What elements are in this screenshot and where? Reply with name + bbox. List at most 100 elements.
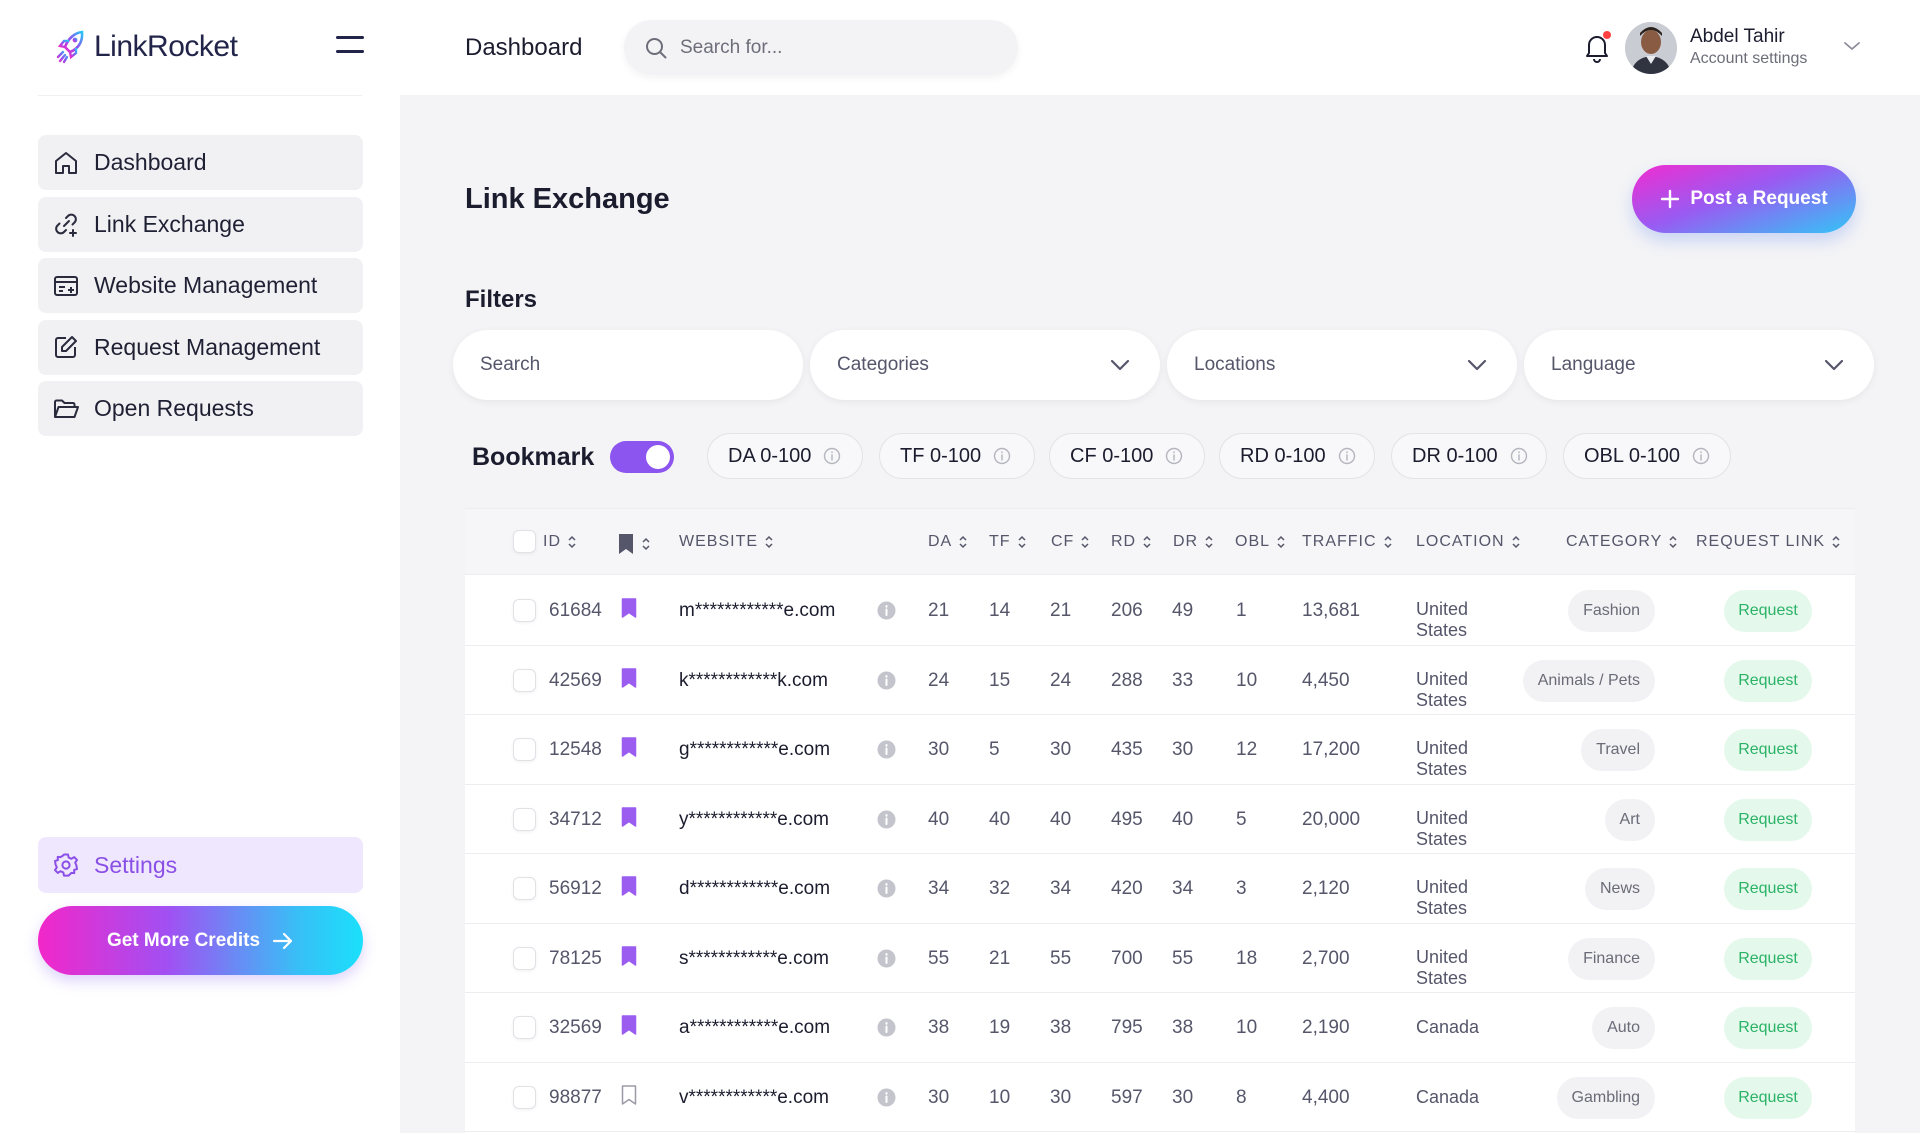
row-id: 56912 bbox=[549, 878, 602, 899]
request-link-button[interactable]: Request bbox=[1724, 937, 1812, 980]
info-icon bbox=[1166, 447, 1183, 465]
metric-filter-chip[interactable]: TF 0-100 bbox=[879, 433, 1035, 479]
bookmark-icon[interactable] bbox=[621, 598, 637, 618]
row-website[interactable]: k************k.com bbox=[679, 670, 828, 692]
filter-language-select[interactable]: Language bbox=[1524, 330, 1874, 400]
chevron-down-icon[interactable] bbox=[1843, 40, 1861, 52]
table-row[interactable]: 61684 m************e.com 21 14 21 206 49 1 13,68… bbox=[465, 576, 1855, 646]
metric-filter-chip[interactable]: CF 0-100 bbox=[1049, 433, 1205, 479]
column-header-bookmark[interactable] bbox=[617, 533, 651, 555]
sort-icon bbox=[642, 537, 650, 551]
bookmark-icon[interactable] bbox=[621, 737, 637, 757]
request-link-button[interactable]: Request bbox=[1724, 798, 1812, 841]
row-checkbox[interactable] bbox=[513, 877, 536, 900]
sidebar-item-link-exchange[interactable]: Link Exchange bbox=[38, 196, 363, 252]
request-link-button[interactable]: Request bbox=[1724, 1007, 1812, 1049]
row-website[interactable]: d************e.com bbox=[679, 878, 830, 900]
avatar[interactable] bbox=[1625, 22, 1677, 74]
sidebar-item-open-requests[interactable]: Open Requests bbox=[38, 381, 363, 436]
row-checkbox[interactable] bbox=[513, 668, 536, 692]
row-checkbox[interactable] bbox=[513, 1085, 536, 1109]
info-icon[interactable] bbox=[877, 671, 896, 690]
column-header-traffic[interactable]: TRAFFIC bbox=[1302, 533, 1393, 551]
row-website[interactable]: a************e.com bbox=[679, 1017, 830, 1039]
table-row[interactable]: 32569 a************e.com 38 19 38 795 38 10 2,19… bbox=[465, 993, 1855, 1063]
row-tf: 32 bbox=[989, 878, 1011, 899]
request-link-button[interactable]: Request bbox=[1724, 1076, 1812, 1119]
column-header-request-link[interactable]: REQUEST LINK bbox=[1696, 533, 1841, 551]
account-settings-link[interactable]: Account settings bbox=[1690, 50, 1807, 68]
filter-search-input[interactable] bbox=[480, 354, 770, 376]
search-input[interactable] bbox=[680, 36, 980, 59]
row-checkbox[interactable] bbox=[513, 807, 536, 831]
bookmark-icon[interactable] bbox=[621, 667, 637, 688]
table-row[interactable]: 98877 v************e.com 30 10 30 597 30 8 4,400… bbox=[465, 1063, 1855, 1132]
gear-icon bbox=[54, 853, 78, 877]
rocket-icon bbox=[56, 30, 84, 64]
row-website[interactable]: g************e.com bbox=[679, 739, 830, 761]
bookmark-icon[interactable] bbox=[621, 1015, 637, 1035]
info-icon[interactable] bbox=[877, 1018, 896, 1037]
row-website[interactable]: m************e.com bbox=[679, 600, 835, 622]
filter-categories-select[interactable]: Categories bbox=[810, 330, 1160, 400]
row-website[interactable]: s************e.com bbox=[679, 948, 829, 970]
sidebar-item-request-management[interactable]: Request Management bbox=[38, 319, 363, 375]
column-header-id[interactable]: ID bbox=[543, 533, 577, 551]
metric-filter-chip[interactable]: RD 0-100 bbox=[1219, 433, 1375, 479]
column-header-website[interactable]: WEBSITE bbox=[679, 533, 774, 551]
plus-icon bbox=[1661, 189, 1680, 209]
table-row[interactable]: 56912 d************e.com 34 32 34 420 34 3 2,120… bbox=[465, 854, 1855, 924]
row-website[interactable]: v************e.com bbox=[679, 1087, 829, 1109]
post-request-button[interactable]: Post a Request bbox=[1632, 165, 1856, 233]
column-header-location[interactable]: LOCATION bbox=[1416, 533, 1521, 551]
request-link-button[interactable]: Request bbox=[1724, 659, 1812, 702]
menu-toggle-icon[interactable] bbox=[336, 36, 364, 60]
info-icon[interactable] bbox=[877, 740, 896, 759]
metric-filter-chip[interactable]: DR 0-100 bbox=[1391, 433, 1547, 479]
metric-filter-chip[interactable]: OBL 0-100 bbox=[1563, 433, 1731, 479]
sidebar-item-website-management[interactable]: Website Management bbox=[38, 258, 363, 313]
divider bbox=[38, 95, 362, 96]
sidebar-item-settings[interactable]: Settings bbox=[38, 837, 363, 893]
select-all-checkbox[interactable] bbox=[513, 530, 536, 553]
row-checkbox[interactable] bbox=[513, 738, 536, 761]
table-row[interactable]: 78125 s************e.com 55 21 55 700 55 18 2,70… bbox=[465, 924, 1855, 993]
info-icon[interactable] bbox=[877, 879, 896, 898]
row-website[interactable]: y************e.com bbox=[679, 809, 829, 831]
table-row[interactable]: 12548 g************e.com 30 5 30 435 30 12 17,20… bbox=[465, 715, 1855, 785]
notifications-button[interactable] bbox=[1582, 31, 1612, 65]
column-header-category[interactable]: CATEGORY bbox=[1566, 533, 1678, 551]
column-header-da[interactable]: DA bbox=[928, 533, 968, 551]
filter-locations-select[interactable]: Locations bbox=[1167, 330, 1517, 400]
get-more-credits-button[interactable]: Get More Credits bbox=[38, 906, 363, 975]
row-checkbox[interactable] bbox=[513, 599, 536, 622]
column-header-tf[interactable]: TF bbox=[989, 533, 1027, 551]
metric-filter-chip[interactable]: DA 0-100 bbox=[707, 433, 863, 479]
location-line: States bbox=[1416, 898, 1468, 918]
logo[interactable]: LinkRocket bbox=[56, 30, 238, 64]
global-search[interactable] bbox=[624, 20, 1018, 75]
table-row[interactable]: 34712 y************e.com 40 40 40 495 40 5 20,00… bbox=[465, 785, 1855, 854]
bookmark-icon[interactable] bbox=[621, 806, 637, 827]
column-header-cf[interactable]: CF bbox=[1051, 533, 1090, 551]
request-link-button[interactable]: Request bbox=[1724, 868, 1812, 910]
bookmark-icon[interactable] bbox=[621, 1084, 637, 1105]
bookmark-icon[interactable] bbox=[621, 876, 637, 896]
column-header-rd[interactable]: RD bbox=[1111, 533, 1152, 551]
table-row[interactable]: 42569 k************k.com 24 15 24 288 33 10 4,45… bbox=[465, 646, 1855, 715]
column-header-obl[interactable]: OBL bbox=[1235, 533, 1286, 551]
sidebar-item-dashboard[interactable]: Dashboard bbox=[38, 135, 363, 190]
sort-icon bbox=[1512, 535, 1520, 549]
info-icon[interactable] bbox=[877, 601, 896, 620]
bookmark-icon[interactable] bbox=[621, 945, 637, 966]
bookmark-toggle[interactable] bbox=[610, 441, 674, 473]
filter-search[interactable] bbox=[453, 330, 803, 400]
info-icon[interactable] bbox=[877, 949, 896, 968]
request-link-button[interactable]: Request bbox=[1724, 729, 1812, 771]
column-header-dr[interactable]: DR bbox=[1173, 533, 1214, 551]
row-checkbox[interactable] bbox=[513, 946, 536, 970]
request-link-button[interactable]: Request bbox=[1724, 590, 1812, 632]
info-icon[interactable] bbox=[877, 810, 896, 829]
info-icon[interactable] bbox=[877, 1088, 896, 1107]
row-checkbox[interactable] bbox=[513, 1016, 536, 1039]
